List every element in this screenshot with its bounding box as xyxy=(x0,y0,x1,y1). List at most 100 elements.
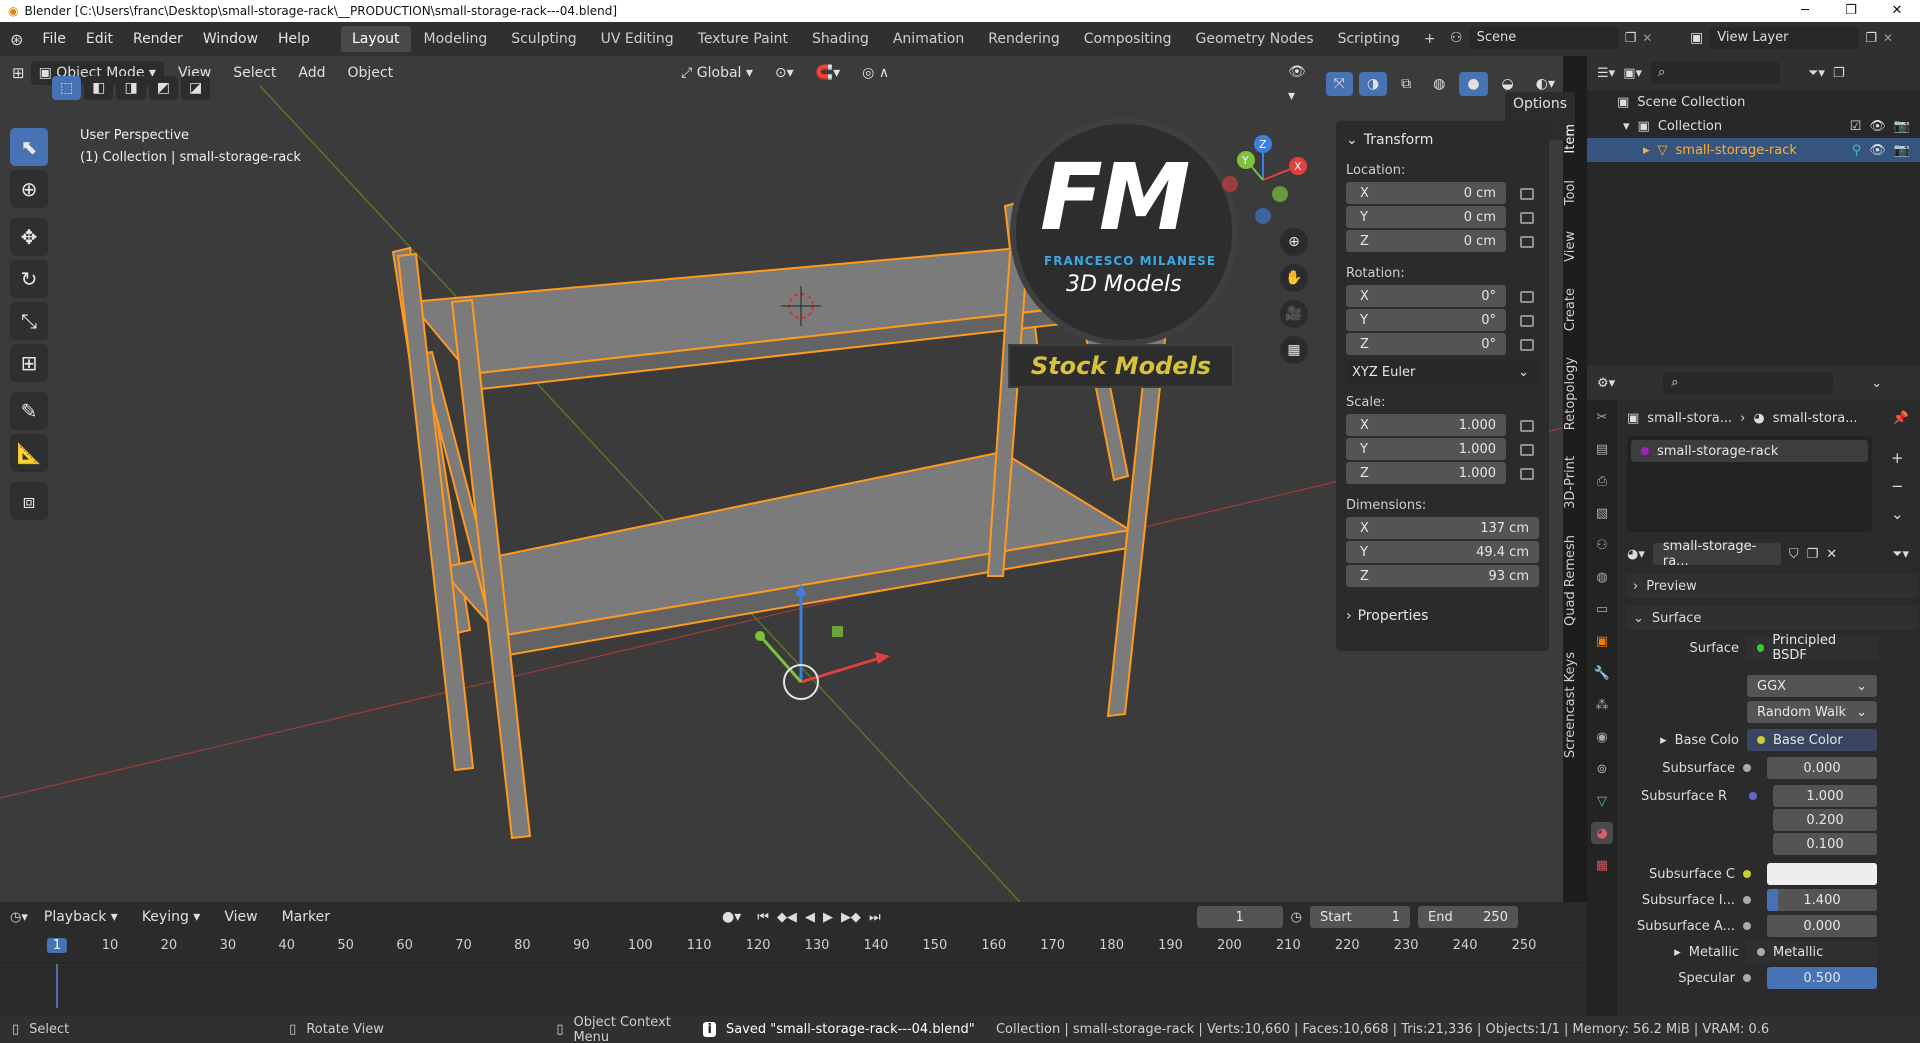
scene-selector[interactable]: Scene xyxy=(1468,27,1619,49)
subsurface-radius-x-field[interactable]: 1.000 xyxy=(1773,785,1877,807)
tab-layout[interactable]: Layout xyxy=(340,26,411,52)
delete-scene-icon[interactable]: ✕ xyxy=(1642,31,1652,45)
chevron-down-icon[interactable]: ⌄ xyxy=(1891,500,1904,528)
camera-icon[interactable]: 📷 xyxy=(1894,143,1910,158)
start-frame-field[interactable]: Start 1 xyxy=(1309,906,1410,928)
tab-shading[interactable]: Shading xyxy=(801,26,880,52)
cursor-tool-icon[interactable]: ⊕ xyxy=(10,170,48,208)
annotate-tool-icon[interactable]: ✎ xyxy=(10,392,48,430)
blender-menu-icon[interactable]: ⊛ xyxy=(10,30,23,49)
expand-arrow-icon[interactable]: ▸ xyxy=(1674,945,1681,960)
lock-icon[interactable] xyxy=(1520,420,1534,432)
jump-keyframe-forward-icon[interactable]: ▶◆ xyxy=(841,910,861,925)
menu-edit[interactable]: Edit xyxy=(77,27,122,51)
material-tab-icon[interactable]: ◕ xyxy=(1591,822,1613,844)
scale-y-field[interactable]: Y 1.000 xyxy=(1346,438,1506,460)
subsurface-method-dropdown[interactable]: Random Walk ⌄ xyxy=(1747,701,1877,723)
scale-z-field[interactable]: Z 1.000 xyxy=(1346,462,1506,484)
subsurface-field[interactable]: 0.000 xyxy=(1767,757,1877,779)
new-collection-icon[interactable]: ❐ xyxy=(1833,66,1845,81)
material-name-field[interactable]: small-storage-ra... xyxy=(1652,539,1781,569)
lock-icon[interactable] xyxy=(1520,212,1534,224)
tab-3d-print[interactable]: 3D-Print xyxy=(1563,452,1578,513)
3d-viewport[interactable]: ⊞ ▣ Object Mode ▾ View Select Add Object… xyxy=(0,56,1576,902)
menu-object[interactable]: Object xyxy=(340,61,402,85)
new-view-layer-icon[interactable]: ❐ xyxy=(1865,31,1877,46)
transform-panel-header[interactable]: ⌄ Transform xyxy=(1346,129,1539,151)
lock-icon[interactable] xyxy=(1520,444,1534,456)
pan-hand-icon[interactable]: ✋ xyxy=(1280,264,1308,292)
tab-modeling[interactable]: Modeling xyxy=(413,26,499,52)
tab-quad-remesh[interactable]: Quad Remesh xyxy=(1563,531,1578,630)
zoom-icon[interactable]: ⊕ xyxy=(1280,228,1308,256)
world-tab-icon[interactable]: ◍ xyxy=(1591,566,1613,588)
jump-start-icon[interactable]: ⏮ xyxy=(757,910,769,925)
properties-search-input[interactable]: ⌕ xyxy=(1663,372,1834,394)
end-frame-field[interactable]: End 250 xyxy=(1417,906,1518,928)
select-intersect-icon[interactable]: ◪ xyxy=(180,76,211,100)
select-extend-icon[interactable]: ◧ xyxy=(84,76,114,100)
data-tab-icon[interactable]: ▽ xyxy=(1591,790,1613,812)
transform-tool-icon[interactable]: ⊞ xyxy=(10,344,48,382)
tool-tab-icon[interactable]: ✂ xyxy=(1591,406,1613,428)
remove-slot-icon[interactable]: − xyxy=(1891,472,1904,500)
dimension-y-field[interactable]: Y 49.4 cm xyxy=(1346,541,1539,563)
duplicate-material-icon[interactable]: ❐ xyxy=(1807,547,1819,562)
surface-shader-button[interactable]: Principled BSDF xyxy=(1747,633,1877,663)
eye-icon[interactable]: 👁 xyxy=(1869,143,1886,158)
checkbox-icon[interactable]: ☑ xyxy=(1850,119,1862,134)
tab-tool[interactable]: Tool xyxy=(1563,176,1578,209)
tab-view[interactable]: View xyxy=(1563,227,1578,266)
timeline-ruler[interactable]: 1 10 20 30 40 50 60 70 80 90 100 110 120 130 140 150 160… xyxy=(0,932,1587,962)
subsurface-radius-z-field[interactable]: 0.100 xyxy=(1773,833,1877,855)
move-tool-icon[interactable]: ✥ xyxy=(10,218,48,256)
shading-solid-icon[interactable]: ● xyxy=(1459,72,1488,96)
new-scene-icon[interactable]: ❐ xyxy=(1625,31,1637,46)
lock-icon[interactable] xyxy=(1520,315,1534,327)
menu-file[interactable]: File xyxy=(33,27,74,51)
material-filter-icon[interactable]: ⏷▾ xyxy=(1892,547,1909,562)
tab-retopology[interactable]: Retopology xyxy=(1563,353,1578,434)
material-slot-list[interactable]: small-storage-rack xyxy=(1627,436,1872,532)
proportional-edit-icon[interactable]: ◎ ∧ xyxy=(854,61,897,85)
play-icon[interactable]: ▶ xyxy=(823,910,833,925)
fake-user-icon[interactable]: ⛉ xyxy=(1789,547,1799,562)
render-tab-icon[interactable]: ▤ xyxy=(1591,438,1613,460)
ortho-grid-icon[interactable]: ▦ xyxy=(1280,336,1308,364)
constraints-tab-icon[interactable]: ⊚ xyxy=(1591,758,1613,780)
properties-panel-header[interactable]: › Properties xyxy=(1346,605,1539,627)
rotation-x-field[interactable]: X 0° xyxy=(1346,285,1506,307)
add-workspace-button[interactable]: + xyxy=(1413,26,1447,52)
outliner-search-input[interactable]: ⌕ xyxy=(1650,62,1780,84)
measure-tool-icon[interactable]: 📐 xyxy=(10,434,48,472)
transform-orientation-dropdown[interactable]: ⤢ Global ▾ xyxy=(673,61,761,85)
outliner-collection[interactable]: ▾ ▣ Collection ☑ 👁 📷 xyxy=(1587,114,1920,138)
tab-uv-editing[interactable]: UV Editing xyxy=(590,26,685,52)
tab-rendering[interactable]: Rendering xyxy=(977,26,1071,52)
delete-view-layer-icon[interactable]: ✕ xyxy=(1883,31,1893,45)
physics-tab-icon[interactable]: ◉ xyxy=(1591,726,1613,748)
chevron-down-icon[interactable]: ⌄ xyxy=(1871,376,1882,391)
xray-icon[interactable]: ⧉ xyxy=(1393,72,1419,96)
properties-editor-icon[interactable]: ⚙▾ xyxy=(1597,376,1615,391)
tab-texture-paint[interactable]: Texture Paint xyxy=(687,26,799,52)
view-layer-selector[interactable]: View Layer xyxy=(1709,27,1860,49)
jump-keyframe-back-icon[interactable]: ◆◀ xyxy=(777,910,797,925)
shading-wireframe-icon[interactable]: ◍ xyxy=(1425,72,1453,96)
menu-select[interactable]: Select xyxy=(225,61,284,85)
menu-window[interactable]: Window xyxy=(194,27,267,51)
jump-end-icon[interactable]: ⏭ xyxy=(869,910,881,925)
pivot-point-icon[interactable]: ⊙▾ xyxy=(767,61,802,85)
tab-compositing[interactable]: Compositing xyxy=(1073,26,1183,52)
surface-panel-header[interactable]: ⌄ Surface xyxy=(1627,606,1917,630)
expand-arrow-icon[interactable]: ▸ xyxy=(1660,733,1667,748)
maximize-button[interactable]: ❐ xyxy=(1828,0,1874,22)
tab-scripting[interactable]: Scripting xyxy=(1327,26,1411,52)
subsurface-color-swatch[interactable] xyxy=(1767,863,1877,885)
play-reverse-icon[interactable]: ◀ xyxy=(805,910,815,925)
select-subtract-icon[interactable]: ◨ xyxy=(116,76,146,100)
material-slot-row[interactable]: small-storage-rack xyxy=(1631,440,1868,462)
rotate-tool-icon[interactable]: ↻ xyxy=(10,260,48,298)
collection-tab-icon[interactable]: ▭ xyxy=(1591,598,1613,620)
object-tab-icon[interactable]: ▣ xyxy=(1591,630,1613,652)
